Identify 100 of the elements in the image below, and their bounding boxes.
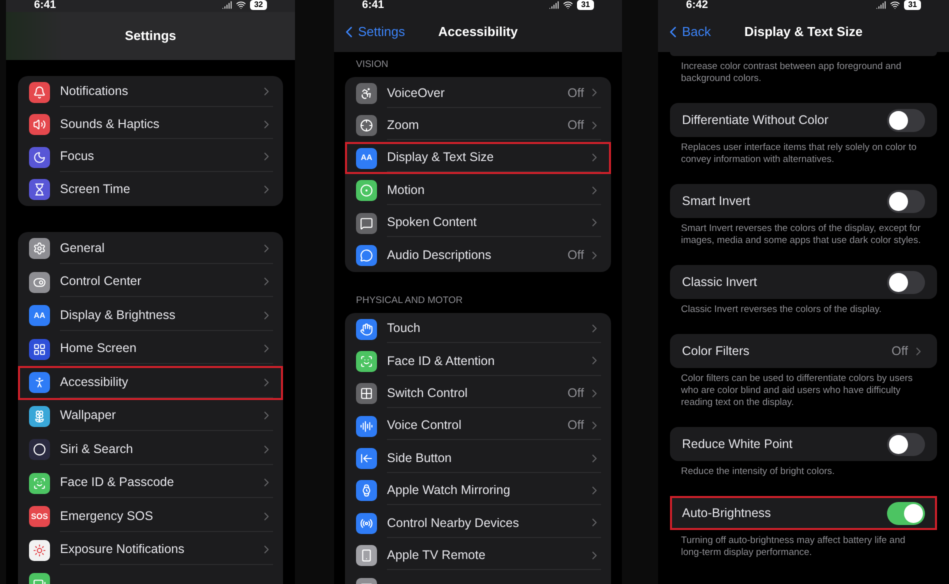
settings-row[interactable]: Spoken Content [345,206,611,240]
settings-row[interactable]: Audio Descriptions Off [345,239,611,272]
section-header: VISION [355,58,390,72]
settings-row[interactable]: VoiceOver Off [345,77,611,110]
settings-row[interactable]: Voice Control Off [345,410,611,442]
back-button[interactable]: Settings [340,22,405,42]
setting-description: Replaces user interface items that rely solely on color to convey information with alternatives. [680,142,918,166]
row-label: Voice Control [387,417,462,434]
row-label: Differentiate Without Color [682,112,830,129]
settings-row[interactable]: General [18,232,283,266]
row-label: Wallpaper [60,407,117,424]
row-label: Spoken Content [387,214,478,232]
row-label: Face ID & Passcode [60,474,175,492]
wifi-icon [890,0,900,10]
row-value: Off [568,84,584,102]
grid-icon [360,387,373,400]
toggle-switch[interactable] [887,502,925,524]
settings-row[interactable]: SOS Emergency SOS [18,500,283,534]
sun-icon [33,544,46,557]
row-value: Off [568,417,584,434]
icon-label: SOS [31,512,48,521]
settings-row[interactable]: Motion [345,174,611,207]
toggle-switch[interactable] [887,108,925,132]
row-label: Touch [387,320,422,338]
row-label: Accessibility [60,374,130,391]
wifi-icon [236,0,246,10]
screen-title: Display & Text Size [744,23,863,42]
settings-row[interactable]: Face ID & Attention [345,345,611,378]
battery-indicator: 32 [250,0,267,10]
arrow-icon [360,452,373,466]
settings-row[interactable]: Switch Control Off [345,378,611,410]
watch-icon [360,484,373,498]
setting-description: Classic Invert reverses the colors of the display. [680,304,882,316]
settings-card[interactable]: Smart Invert [670,184,937,218]
row-label: Side Button [387,450,453,467]
toggle-switch[interactable] [887,432,925,456]
row-label: Exposure Notifications [60,541,186,558]
row-label: Screen Time [60,181,132,198]
settings-card[interactable]: Auto-Brightness [670,496,937,530]
row-label: Auto-Brightness [682,504,772,522]
settings-row[interactable]: Focus [18,141,283,174]
battery-indicator: 31 [904,0,921,10]
person-icon [33,376,46,390]
row-label: Audio Descriptions [387,247,492,264]
setting-description: Increase color contrast between app foreground and background colors. [680,61,902,85]
settings-row[interactable]: AA Display & Text Size [345,142,611,174]
row-label: Color Filters [682,342,750,360]
signal-icon [549,0,560,10]
back-button[interactable]: Back [664,22,711,42]
settings-row[interactable]: Sounds & Haptics [18,108,283,141]
row-label: Siri & Search [60,440,134,458]
row-value: Off [892,342,908,360]
settings-row[interactable]: Home Screen [18,332,283,366]
hourglass-icon [33,183,46,196]
settings-row[interactable]: Control Nearby Devices [345,507,611,540]
settings-row[interactable]: Notifications [18,76,283,108]
settings-row[interactable]: Zoom Off [345,110,611,142]
speaker-icon [33,118,46,132]
settings-card[interactable]: Classic Invert [670,265,937,299]
row-label: Control Nearby Devices [387,514,520,532]
speech-bubble-icon [360,216,373,230]
status-time: 6:42 [686,0,708,11]
setting-description: Color filters can be used to differentiate colors by users who are color blind and aid users who have difficulty reading text on the display. [680,373,914,409]
row-label: Emergency SOS [60,508,154,525]
row-value: Off [568,116,584,134]
settings-row[interactable]: Siri & Search [18,433,283,466]
settings-row[interactable]: Screen Time [18,174,283,206]
crosshair-icon [360,119,373,132]
status-time: 6:41 [362,0,384,11]
status-time: 6:41 [34,0,56,11]
row-label: Face ID & Attention [387,352,496,370]
person-icon [360,86,373,100]
settings-row[interactable]: Control Center [18,266,283,299]
settings-row[interactable]: Wallpaper [18,400,283,433]
row-label: Apple TV Remote [387,546,486,564]
settings-row[interactable]: Side Button [345,442,611,475]
settings-card[interactable]: Reduce White Point [670,427,937,461]
row-label: Reduce White Point [682,436,794,453]
settings-row[interactable]: Face ID & Passcode [18,466,283,500]
settings-row[interactable]: AA Display & Brightness [18,299,283,332]
toggle-switch[interactable] [887,190,925,212]
settings-row[interactable]: Apple Watch Mirroring [345,474,611,508]
settings-card[interactable]: Color Filters Off [670,334,937,368]
moon-icon [33,150,46,164]
settings-row[interactable]: Touch [345,312,611,346]
settings-card[interactable]: Differentiate Without Color [670,103,937,137]
settings-row[interactable]: Apple TV Remote [345,540,611,572]
grid-icon [33,342,46,356]
toggle-icon [33,276,46,289]
row-label: General [60,240,106,257]
toggle-switch[interactable] [887,270,925,294]
setting-description: Turning off auto-brightness may affect battery life and long-term display performance. [680,535,906,559]
screen-title: Accessibility [438,23,518,42]
row-label: Motion [387,182,426,199]
setting-description: Reduce the intensity of bright colors. [680,466,836,478]
face-icon [360,354,373,368]
settings-row[interactable]: Accessibility [18,366,283,400]
row-label: Home Screen [60,340,138,358]
speech-bubble-icon [360,248,373,262]
settings-row[interactable]: Exposure Notifications [18,534,283,567]
